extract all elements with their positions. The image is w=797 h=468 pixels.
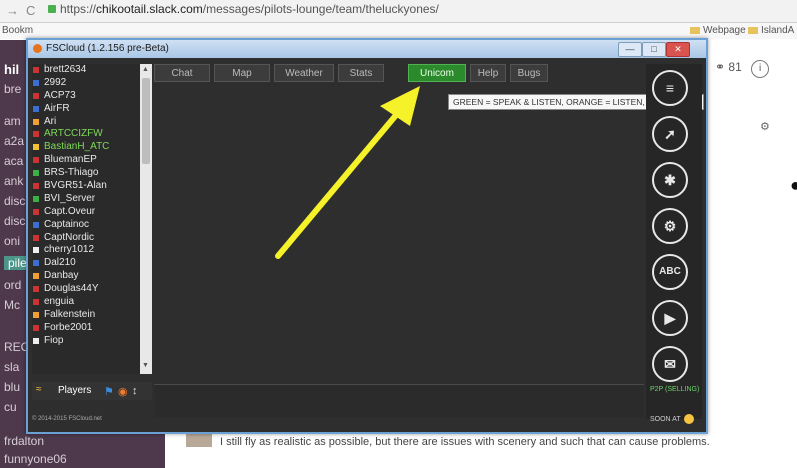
- arrow-shaft: [275, 105, 405, 259]
- arrow-head: [380, 86, 420, 126]
- annotation-arrow: [275, 86, 420, 259]
